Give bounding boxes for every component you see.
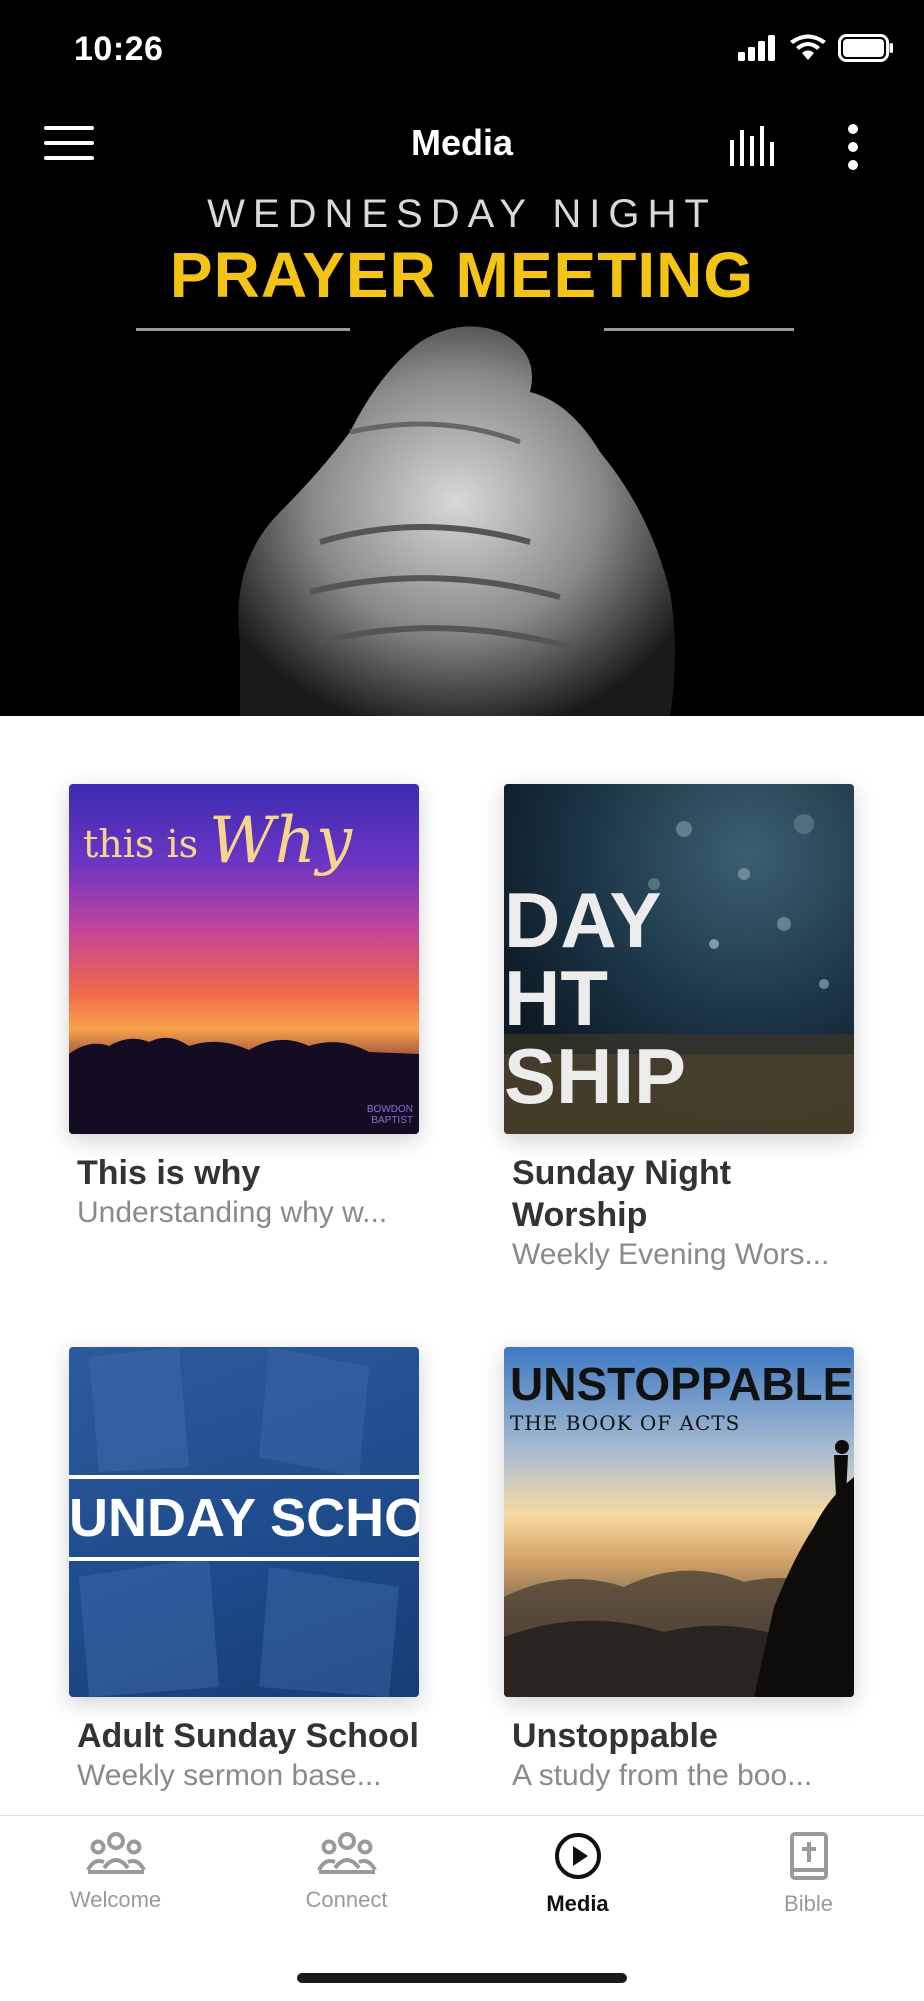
bible-icon xyxy=(789,1832,828,1880)
media-card-subtitle: Weekly sermon base... xyxy=(77,1759,382,1792)
tab-label: Bible xyxy=(784,1891,833,1916)
art-line: HT xyxy=(504,954,608,1042)
tab-welcome[interactable]: Welcome xyxy=(0,1832,231,1913)
media-card-sunday-night-worship[interactable]: DAY HT SHIP Sunday Night Worship Weekly … xyxy=(504,784,854,1274)
audio-player-button[interactable] xyxy=(728,126,780,166)
tab-connect[interactable]: Connect xyxy=(231,1832,462,1913)
navigation-bar: Media xyxy=(0,96,924,192)
art-script: Why xyxy=(209,804,353,878)
media-card-subtitle: A study from the boo... xyxy=(512,1759,813,1792)
media-card-unstoppable[interactable]: UNSTOPPABLE THE BOOK OF ACTS Unstoppable… xyxy=(504,1347,854,1795)
art-text: this is xyxy=(83,822,199,866)
tab-label: Welcome xyxy=(69,1887,162,1912)
media-card-subtitle: Weekly Evening Wors... xyxy=(512,1238,830,1271)
praying-hands-image xyxy=(238,326,676,716)
art-line: SHIP xyxy=(504,1032,687,1120)
tab-bible[interactable]: Bible xyxy=(693,1832,924,1917)
tab-label: Connect xyxy=(305,1887,388,1912)
banner-divider xyxy=(604,328,794,331)
wifi-icon xyxy=(790,34,826,60)
media-thumbnail: UNDAY SCHOO xyxy=(69,1347,419,1697)
media-thumbnail: UNSTOPPABLE THE BOOK OF ACTS xyxy=(504,1347,854,1697)
banner-title-line2: PRAYER MEETING xyxy=(169,239,755,311)
media-card-title: Sunday Night Worship xyxy=(512,1154,732,1234)
art-logo: BOWDON BAPTIST xyxy=(366,1104,413,1126)
play-circle-icon xyxy=(554,1833,601,1879)
media-thumbnail: DAY HT SHIP xyxy=(504,784,854,1134)
art-stripe xyxy=(69,1557,419,1561)
home-indicator xyxy=(297,1973,627,1983)
media-card-title: Unstoppable xyxy=(512,1717,718,1755)
featured-banner[interactable]: WEDNESDAY NIGHT PRAYER MEETING xyxy=(0,192,924,716)
media-grid: this is Why BOWDON BAPTIST This is why U… xyxy=(0,716,924,1816)
art-line: DAY xyxy=(504,876,662,964)
people-icon xyxy=(85,1832,146,1874)
art-text: UNSTOPPABLE xyxy=(510,1358,854,1410)
banner-divider xyxy=(136,328,350,331)
media-card-title: This is why xyxy=(77,1154,261,1192)
signal-icon xyxy=(738,35,775,61)
art-subtext: THE BOOK OF ACTS xyxy=(510,1411,741,1435)
battery-icon xyxy=(838,34,893,62)
media-thumbnail: this is Why BOWDON BAPTIST xyxy=(69,784,419,1134)
equalizer-icon xyxy=(730,126,774,166)
media-card-adult-sunday-school[interactable]: UNDAY SCHOO Adult Sunday School Weekly s… xyxy=(69,1347,419,1795)
people-icon xyxy=(316,1832,377,1874)
art-text: UNDAY SCHOO xyxy=(69,1488,419,1548)
status-bar: 10:26 xyxy=(0,0,924,96)
status-icons xyxy=(738,34,894,62)
more-vertical-icon xyxy=(848,124,858,170)
page-title: Media xyxy=(410,122,514,163)
tab-label: Media xyxy=(546,1891,609,1916)
art-stripe xyxy=(69,1475,419,1479)
media-card-subtitle: Understanding why w... xyxy=(77,1196,388,1229)
more-options-button[interactable] xyxy=(844,122,862,172)
banner-title-line1: WEDNESDAY NIGHT xyxy=(207,192,717,236)
status-time: 10:26 xyxy=(74,30,164,68)
media-card-this-is-why[interactable]: this is Why BOWDON BAPTIST This is why U… xyxy=(69,784,419,1232)
tab-media[interactable]: Media xyxy=(462,1832,693,1917)
media-card-title: Adult Sunday School xyxy=(77,1717,419,1755)
